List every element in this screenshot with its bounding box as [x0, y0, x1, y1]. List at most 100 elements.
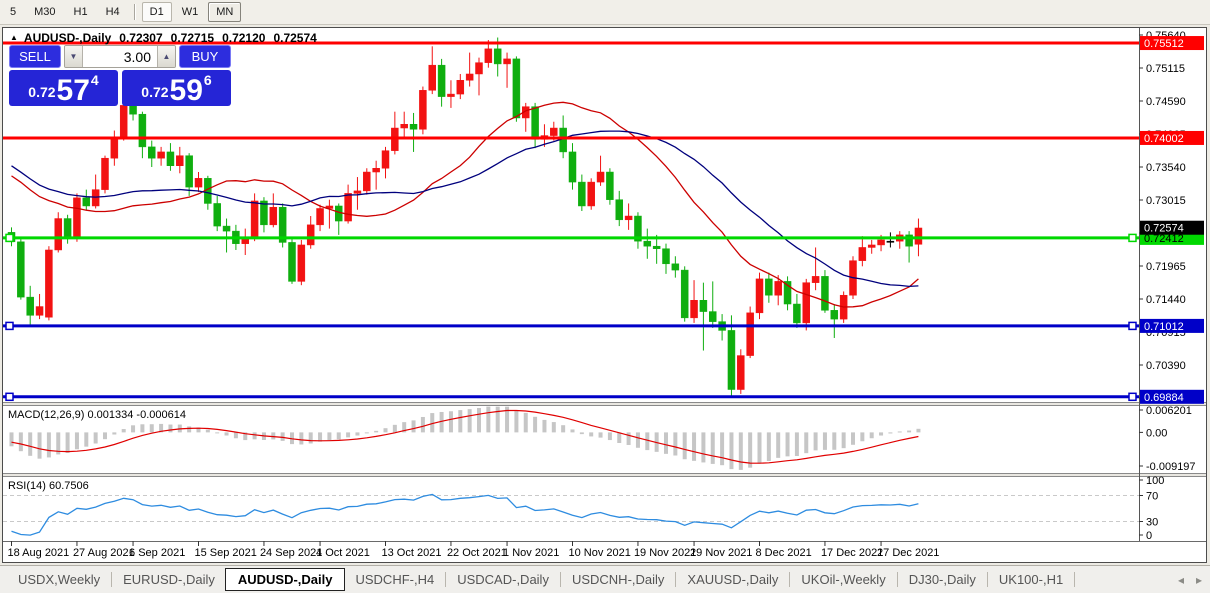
tab-separator [1074, 572, 1075, 587]
candle [354, 177, 361, 210]
line-handle[interactable] [1129, 234, 1136, 241]
line-handle[interactable] [6, 393, 13, 400]
candle-body [102, 158, 109, 189]
candle-body [158, 152, 165, 158]
line-handle[interactable] [6, 234, 13, 241]
ohlc-low: 0.72120 [222, 31, 265, 45]
macd-histogram-bar [496, 407, 500, 433]
candle-body [186, 156, 193, 187]
macd-histogram-bar [150, 424, 154, 432]
tab-xauusd-daily[interactable]: XAUUSD-,Daily [677, 568, 788, 591]
candle-body [915, 228, 922, 244]
tab-ukoil-weekly[interactable]: UKOil-,Weekly [791, 568, 895, 591]
collapse-arrow-icon[interactable]: ▲ [10, 33, 18, 42]
candle [36, 294, 43, 319]
candle [260, 197, 267, 232]
candle-body [831, 310, 838, 319]
tab-separator [789, 572, 790, 587]
tab-scroll-right-icon[interactable]: ▸ [1196, 573, 1202, 587]
tab-usdx-weekly[interactable]: USDX,Weekly [8, 568, 110, 591]
candle [906, 231, 913, 262]
candle [251, 193, 258, 241]
scale-tick-label: 100 [1146, 475, 1164, 487]
timeframe-button-mn[interactable]: MN [208, 2, 241, 22]
candle-body [354, 191, 361, 194]
macd-histogram-bar [206, 430, 210, 433]
timeframe-button-d1[interactable]: D1 [142, 2, 172, 22]
candle-body [73, 198, 80, 239]
macd-histogram-bar [122, 429, 126, 432]
candle-body [812, 276, 819, 282]
macd-histogram-bar [842, 432, 846, 448]
horizontal-line-0.71012[interactable] [3, 322, 1139, 329]
macd-histogram-bar [234, 432, 238, 438]
macd-histogram-bar [636, 432, 640, 447]
macd-histogram-bar [851, 432, 855, 444]
macd-histogram-bar [168, 425, 172, 433]
timeframe-button-m5[interactable]: 5 [2, 2, 24, 22]
tab-scroll-left-icon[interactable]: ◂ [1178, 573, 1184, 587]
line-handle[interactable] [6, 322, 13, 329]
tab-usdcnh-daily[interactable]: USDCNH-,Daily [562, 568, 674, 591]
pane-splitter[interactable] [3, 403, 1206, 405]
candle [588, 178, 595, 209]
volume-input[interactable]: 3.00 [83, 46, 157, 67]
sell-price-box[interactable]: 0.72 57 4 [9, 70, 118, 106]
tab-separator [987, 572, 988, 587]
candle-body [92, 190, 99, 206]
rsi-line [12, 494, 919, 535]
volume-decrease-icon[interactable]: ▼ [65, 46, 83, 67]
macd-histogram-bar [542, 420, 546, 432]
candle-body [335, 206, 342, 221]
line-handle[interactable] [1129, 322, 1136, 329]
macd-histogram-bar [599, 432, 603, 437]
candle [148, 141, 155, 167]
timeframe-button-h1[interactable]: H1 [66, 2, 96, 22]
scale-tick-label: -0.009197 [1146, 461, 1196, 473]
candle [663, 244, 670, 274]
tab-eurusd-daily[interactable]: EURUSD-,Daily [113, 568, 225, 591]
buy-button[interactable]: BUY [179, 45, 231, 68]
tab-dj30-daily[interactable]: DJ30-,Daily [899, 568, 986, 591]
candle [859, 236, 866, 266]
scale-tick-label: 70 [1146, 491, 1158, 503]
candle-body [83, 198, 90, 206]
horizontal-line-0.72412[interactable] [3, 234, 1139, 241]
macd-histogram-bar [589, 432, 593, 436]
tab-usdchf-h4[interactable]: USDCHF-,H4 [345, 568, 444, 591]
candle [270, 193, 277, 227]
tab-usdcad-daily[interactable]: USDCAD-,Daily [447, 568, 559, 591]
candle [73, 193, 80, 241]
candle [307, 216, 314, 249]
tab-audusd-daily[interactable]: AUDUSD-,Daily [225, 568, 346, 591]
macd-histogram-bar [608, 432, 612, 440]
candle-body [429, 65, 436, 90]
candle [45, 246, 52, 320]
timeframe-button-m30[interactable]: M30 [26, 2, 63, 22]
buy-price-box[interactable]: 0.72 59 6 [122, 70, 231, 106]
candle [92, 175, 99, 209]
candle [466, 53, 473, 87]
macd-histogram-bar [412, 420, 416, 432]
time-tick-label: 8 Dec 2021 [756, 547, 812, 559]
candle-body [438, 65, 445, 96]
candle [887, 232, 894, 247]
ohlc-high: 0.72715 [171, 31, 214, 45]
candle-body [616, 200, 623, 220]
candle [447, 80, 454, 108]
sell-button[interactable]: SELL [9, 45, 61, 68]
candle-body [55, 219, 62, 250]
timeframe-button-w1[interactable]: W1 [174, 2, 207, 22]
candle-body [803, 283, 810, 323]
scale-tick-label: 0.00 [1146, 427, 1167, 439]
volume-increase-icon[interactable]: ▲ [157, 46, 175, 67]
candle-body [466, 74, 473, 80]
candle [803, 279, 810, 331]
pane-splitter[interactable] [3, 474, 1206, 476]
macd-histogram-bar [94, 432, 98, 443]
macd-histogram-bar [374, 431, 378, 433]
line-handle[interactable] [1129, 393, 1136, 400]
timeframe-button-h4[interactable]: H4 [98, 2, 128, 22]
horizontal-line-0.69884[interactable] [3, 393, 1139, 400]
tab-uk100-h1[interactable]: UK100-,H1 [989, 568, 1073, 591]
